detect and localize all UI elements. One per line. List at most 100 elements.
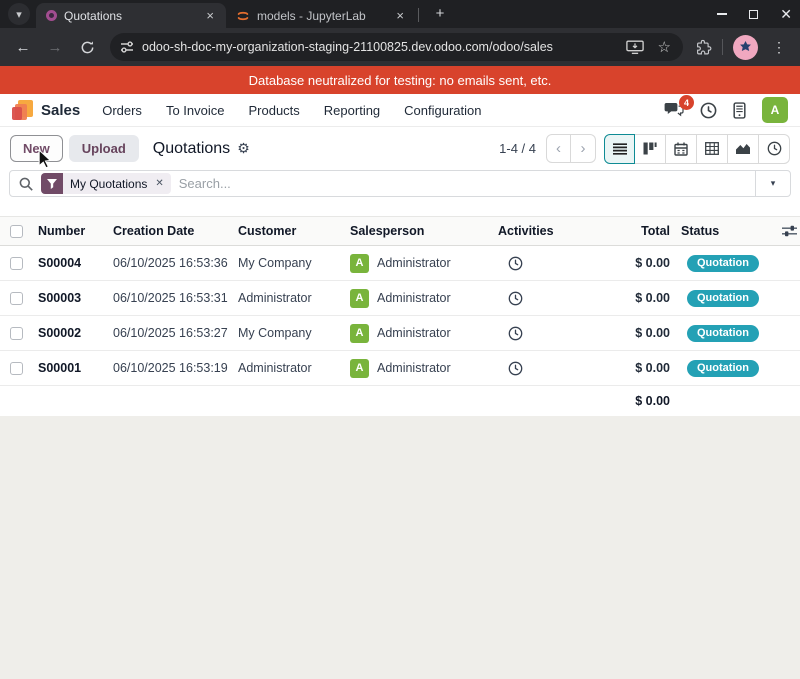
address-bar[interactable]: odoo-sh-doc-my-organization-staging-2110…	[110, 33, 683, 61]
activity-clock-icon[interactable]	[508, 361, 523, 376]
browser-window: ▾ Quotations × models - JupyterLab × + ✕…	[0, 0, 800, 679]
search-bar[interactable]: My Quotations ✕ ▾	[9, 170, 791, 197]
activity-view-icon	[767, 141, 782, 156]
table-row[interactable]: S00003 06/10/2025 16:53:31 Administrator…	[0, 281, 800, 316]
jupyter-favicon	[236, 9, 250, 23]
upload-button[interactable]: Upload	[69, 135, 139, 162]
window-close-icon[interactable]: ✕	[780, 7, 792, 21]
tab-search-button[interactable]: ▾	[8, 3, 30, 25]
table-row[interactable]: S00001 06/10/2025 16:53:19 Administrator…	[0, 351, 800, 386]
gear-icon[interactable]: ⚙	[237, 140, 250, 157]
activity-clock-icon[interactable]	[508, 326, 523, 341]
row-checkbox[interactable]	[10, 257, 23, 270]
odoo-navbar: Sales Orders To Invoice Products Reporti…	[0, 94, 800, 127]
maximize-icon[interactable]	[749, 10, 758, 19]
cell-salesperson: Administrator	[377, 361, 451, 375]
profile-glyph	[739, 41, 752, 54]
list-gap	[0, 202, 800, 216]
sales-app-icon[interactable]	[12, 100, 33, 121]
header-number[interactable]: Number	[36, 224, 111, 238]
quotations-list: Number Creation Date Customer Salesperso…	[0, 216, 800, 416]
minimize-icon[interactable]	[717, 13, 727, 15]
search-options-toggle[interactable]: ▾	[755, 171, 790, 196]
close-tab-icon[interactable]: ×	[204, 8, 216, 23]
browser-menu-icon[interactable]: ⋮	[768, 39, 790, 56]
pager-next-button[interactable]: ›	[571, 134, 596, 163]
close-tab-icon[interactable]: ×	[394, 8, 406, 23]
new-tab-button[interactable]: +	[429, 2, 451, 24]
status-badge: Quotation	[687, 290, 759, 307]
list-view-icon	[613, 143, 627, 155]
cell-salesperson: Administrator	[377, 326, 451, 340]
tab-quotations[interactable]: Quotations ×	[36, 3, 226, 28]
pager: ‹ ›	[546, 134, 596, 163]
search-facet-my-quotations[interactable]: My Quotations ✕	[41, 173, 171, 194]
search-input[interactable]	[179, 176, 755, 191]
menu-to-invoice[interactable]: To Invoice	[166, 103, 225, 118]
user-avatar[interactable]: A	[762, 97, 788, 123]
header-total[interactable]: Total	[606, 224, 670, 238]
tab-jupyterlab[interactable]: models - JupyterLab ×	[226, 3, 416, 28]
pivot-view-icon	[705, 142, 719, 155]
back-button[interactable]: ←	[10, 34, 36, 60]
view-graph-button[interactable]	[728, 134, 759, 164]
cell-creation-date: 06/10/2025 16:53:27	[111, 326, 236, 340]
calendar-view-icon	[674, 142, 688, 156]
url-text[interactable]: odoo-sh-doc-my-organization-staging-2110…	[142, 40, 618, 54]
header-status[interactable]: Status	[679, 224, 779, 238]
table-row[interactable]: S00004 06/10/2025 16:53:36 My Company A …	[0, 246, 800, 281]
select-all-checkbox[interactable]	[10, 225, 23, 238]
toolbar-divider	[722, 39, 723, 55]
view-calendar-button[interactable]	[666, 134, 697, 164]
menu-configuration[interactable]: Configuration	[404, 103, 481, 118]
footer-total: $ 0.00	[606, 394, 670, 408]
menu-reporting[interactable]: Reporting	[324, 103, 380, 118]
menu-products[interactable]: Products	[248, 103, 299, 118]
cell-salesperson: Administrator	[377, 291, 451, 305]
table-row[interactable]: S00002 06/10/2025 16:53:27 My Company A …	[0, 316, 800, 351]
browser-profile-avatar[interactable]	[733, 35, 758, 60]
activity-clock-icon[interactable]	[508, 256, 523, 271]
page-title[interactable]: Quotations	[153, 140, 230, 158]
browser-tab-strip: ▾ Quotations × models - JupyterLab × + ✕	[0, 0, 800, 28]
site-settings-icon[interactable]	[120, 40, 134, 54]
bookmark-star-icon[interactable]: ☆	[658, 38, 671, 56]
extensions-puzzle-icon[interactable]	[695, 39, 712, 56]
header-customer[interactable]: Customer	[236, 224, 348, 238]
control-panel: New Upload Quotations ⚙ 1-4 / 4 ‹ ›	[0, 127, 800, 170]
chevron-left-icon: ‹	[556, 140, 561, 157]
chevron-right-icon: ›	[581, 140, 586, 157]
row-checkbox[interactable]	[10, 327, 23, 340]
adjust-columns-icon[interactable]	[782, 225, 797, 237]
cell-customer: Administrator	[236, 361, 348, 375]
cell-customer: Administrator	[236, 291, 348, 305]
salesperson-avatar: A	[350, 359, 369, 378]
filter-funnel-icon	[41, 173, 63, 194]
facet-remove-icon[interactable]: ✕	[154, 178, 170, 189]
odoo-favicon	[46, 10, 57, 21]
header-salesperson[interactable]: Salesperson	[348, 224, 496, 238]
header-creation-date[interactable]: Creation Date	[111, 224, 236, 238]
row-checkbox[interactable]	[10, 292, 23, 305]
view-list-button[interactable]	[604, 134, 635, 164]
mobile-app-button[interactable]	[733, 102, 746, 119]
cell-total: $ 0.00	[606, 361, 670, 375]
new-button[interactable]: New	[10, 135, 63, 162]
pager-previous-button[interactable]: ‹	[546, 134, 571, 163]
app-menu-sales[interactable]: Sales	[41, 102, 80, 119]
activities-button[interactable]	[700, 102, 717, 119]
header-activities[interactable]: Activities	[496, 224, 606, 238]
install-app-icon[interactable]	[626, 40, 644, 55]
menu-orders[interactable]: Orders	[102, 103, 142, 118]
view-activity-button[interactable]	[759, 134, 790, 164]
clock-icon	[700, 102, 717, 119]
salesperson-avatar: A	[350, 254, 369, 273]
tab-title: Quotations	[64, 9, 197, 23]
activity-clock-icon[interactable]	[508, 291, 523, 306]
reload-button[interactable]	[74, 34, 100, 60]
row-checkbox[interactable]	[10, 362, 23, 375]
forward-button[interactable]: →	[42, 34, 68, 60]
view-kanban-button[interactable]	[635, 134, 666, 164]
view-pivot-button[interactable]	[697, 134, 728, 164]
messages-button[interactable]: 4	[664, 102, 684, 118]
